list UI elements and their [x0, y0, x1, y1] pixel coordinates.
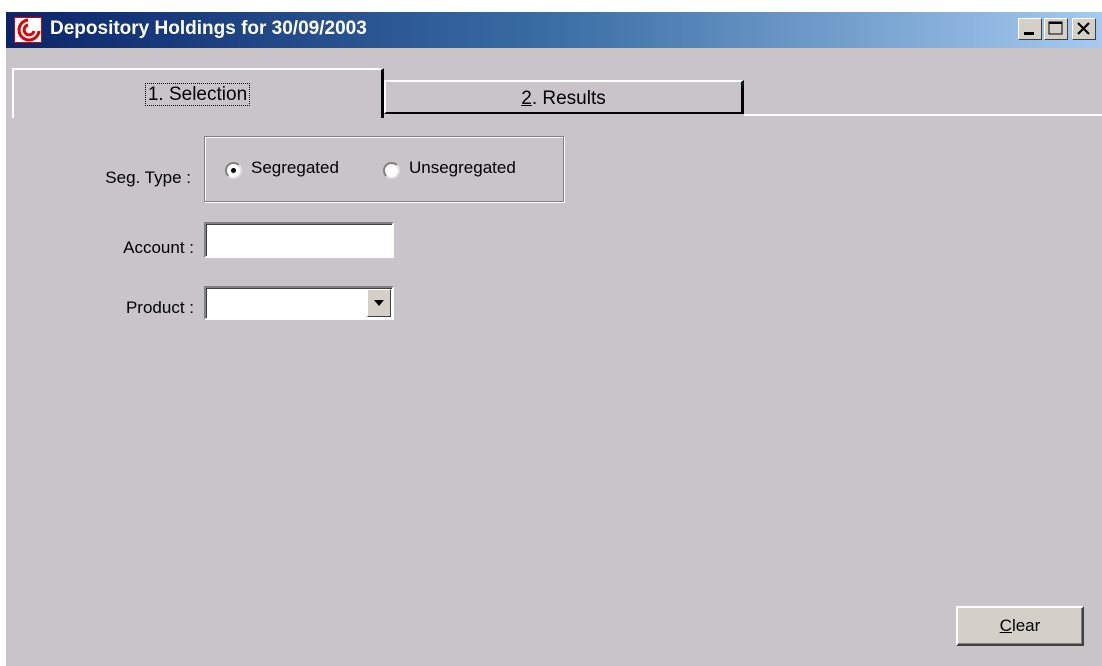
unsegregated-label[interactable]: Unsegregated [409, 158, 516, 178]
segregated-label[interactable]: Segregated [251, 158, 339, 178]
close-button[interactable] [1072, 18, 1096, 40]
title-bar[interactable]: Depository Holdings for 30/09/2003 [6, 12, 1102, 48]
close-icon [1077, 22, 1090, 35]
tab-results-label: 2. Results [386, 88, 741, 110]
product-dropdown-button[interactable] [367, 289, 391, 317]
chevron-down-icon [374, 300, 384, 306]
seg-type-group: Segregated Unsegregated [204, 136, 564, 202]
maximize-button[interactable] [1044, 18, 1068, 40]
tab-results[interactable]: 2. Results [384, 80, 744, 114]
minimize-icon [1024, 32, 1034, 35]
account-label: Account : [123, 238, 194, 257]
clear-button[interactable]: Clear [956, 606, 1084, 646]
clear-rest: lear [1011, 616, 1041, 635]
tab-results-rest: . Results [531, 88, 606, 109]
minimize-button[interactable] [1018, 18, 1042, 40]
tab-selection-label: 1. Selection [144, 83, 251, 106]
app-logo-icon [14, 17, 42, 43]
depository-holdings-window: Depository Holdings for 30/09/2003 1. Se… [4, 12, 1102, 666]
segregated-radio[interactable] [225, 162, 242, 179]
tab-divider [744, 114, 1102, 116]
clear-mnemonic: C [999, 616, 1012, 635]
seg-type-label: Seg. Type : [105, 168, 191, 187]
tab-results-mnemonic: 2 [521, 88, 532, 109]
unsegregated-radio[interactable] [383, 162, 400, 179]
account-input[interactable] [204, 222, 394, 258]
maximize-icon [1048, 21, 1063, 35]
product-label: Product : [125, 298, 194, 317]
tab-strip: 1. Selection 2. Results [6, 68, 1102, 118]
product-dropdown[interactable] [204, 286, 394, 320]
tab-selection[interactable]: 1. Selection [12, 68, 384, 118]
window-title: Depository Holdings for 30/09/2003 [50, 18, 367, 39]
